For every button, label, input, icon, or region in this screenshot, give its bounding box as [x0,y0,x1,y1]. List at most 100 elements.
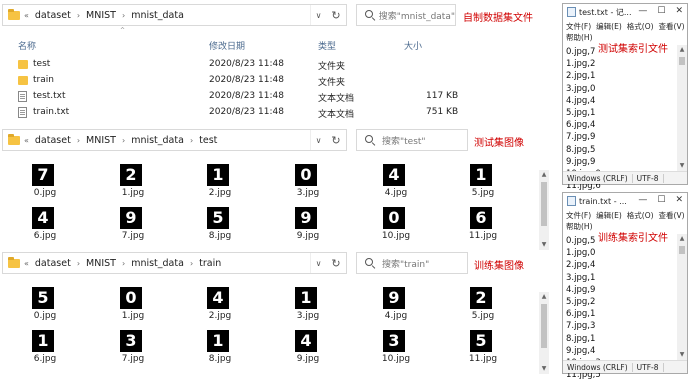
maximize-icon[interactable]: ☐ [657,6,665,16]
maximize-icon[interactable]: ☐ [657,195,665,205]
menu-format[interactable]: 格式(O) [627,21,654,32]
scroll-thumb[interactable] [679,57,685,65]
breadcrumb-mnist-data[interactable]: mnist_data [131,258,184,269]
minimize-icon[interactable]: — [638,6,647,16]
scroll-up-icon[interactable]: ▲ [539,170,549,180]
column-name[interactable]: 名称 [18,39,36,52]
scroll-up-icon[interactable]: ▲ [677,45,687,55]
breadcrumb-train[interactable]: train [199,258,221,269]
column-date[interactable]: 修改日期 [209,39,245,52]
image-thumbnail[interactable]: 6 11.jpg [458,207,508,247]
breadcrumb-dataset[interactable]: dataset [35,10,71,21]
menu-view[interactable]: 查看(V) [659,21,685,32]
file-row-train-txt[interactable]: train.txt 2020/8/23 11:48 文本文档 751 KB [18,106,458,121]
file-row-test-txt[interactable]: test.txt 2020/8/23 11:48 文本文档 117 KB [18,90,458,105]
scroll-down-icon[interactable]: ▼ [539,364,549,374]
text-line: 2.jpg,1 [566,71,596,82]
breadcrumb-dataset[interactable]: dataset [35,258,71,269]
search-input-test[interactable]: 搜索"test" [356,129,468,151]
menu-help[interactable]: 帮助(H) [566,32,593,43]
dropdown-icon[interactable]: ∨ [310,130,326,150]
breadcrumb-mnist-data[interactable]: mnist_data [131,10,184,21]
address-bar-mnist-data[interactable]: « dataset › MNIST › mnist_data ∨ ↻ [2,4,347,26]
breadcrumb-mnist[interactable]: MNIST [86,258,116,269]
image-thumbnail[interactable]: 0 1.jpg [108,287,158,327]
minimize-icon[interactable]: — [638,195,647,205]
image-thumbnail[interactable]: 2 5.jpg [458,287,508,327]
back-chevron-icon[interactable]: « [24,259,29,268]
image-thumbnail[interactable]: 4 2.jpg [195,287,245,327]
text-line: 5.jpg,1 [566,108,596,119]
image-thumbnail[interactable]: 9 4.jpg [371,287,421,327]
image-thumbnail[interactable]: 4 9.jpg [283,330,333,370]
thumbnail-label: 0.jpg [33,188,57,198]
image-thumbnail[interactable]: 3 10.jpg [371,330,421,370]
dropdown-icon[interactable]: ∨ [310,253,326,273]
image-thumbnail[interactable]: 0 3.jpg [283,164,333,204]
menu-edit[interactable]: 编辑(E) [596,210,622,221]
image-thumbnail[interactable]: 5 8.jpg [195,207,245,247]
file-row-train[interactable]: train 2020/8/23 11:48 文件夹 [18,74,458,89]
image-thumbnail[interactable]: 5 0.jpg [20,287,70,327]
scroll-down-icon[interactable]: ▼ [677,350,687,360]
title-bar[interactable]: train.txt - ... — ☐ ✕ [563,193,687,209]
breadcrumb-mnist[interactable]: MNIST [86,10,116,21]
search-input-train[interactable]: 搜索"train" [356,252,468,274]
title-bar[interactable]: test.txt - 记... — ☐ ✕ [563,4,687,20]
image-thumbnail[interactable]: 5 11.jpg [458,330,508,370]
image-thumbnail[interactable]: 7 0.jpg [20,164,70,204]
breadcrumb-mnist[interactable]: MNIST [86,135,116,146]
breadcrumb-dataset[interactable]: dataset [35,135,71,146]
scrollbar[interactable]: ▲ ▼ [677,45,687,171]
image-thumbnail[interactable]: 1 3.jpg [283,287,333,327]
column-type[interactable]: 类型 [318,39,336,52]
menu-file[interactable]: 文件(F) [566,21,591,32]
refresh-icon[interactable]: ↻ [326,253,346,273]
scroll-thumb[interactable] [541,304,547,348]
search-icon [365,257,376,269]
address-bar-test[interactable]: « dataset › MNIST › mnist_data › test ∨ … [2,129,347,151]
menu-format[interactable]: 格式(O) [627,210,654,221]
close-icon[interactable]: ✕ [675,195,683,205]
back-chevron-icon[interactable]: « [24,11,29,20]
menu-view[interactable]: 查看(V) [659,210,685,221]
image-thumbnail[interactable]: 9 7.jpg [108,207,158,247]
image-thumbnail[interactable]: 1 8.jpg [195,330,245,370]
scrollbar-test[interactable]: ▲ ▼ [539,170,549,250]
image-thumbnail[interactable]: 3 7.jpg [108,330,158,370]
refresh-icon[interactable]: ↻ [326,5,346,25]
close-icon[interactable]: ✕ [675,6,683,16]
sort-caret-icon: ^ [120,27,126,34]
menu-file[interactable]: 文件(F) [566,210,591,221]
back-chevron-icon[interactable]: « [24,136,29,145]
text-file-icon [18,107,27,118]
address-bar-train[interactable]: « dataset › MNIST › mnist_data › train ∨… [2,252,347,274]
image-thumbnail[interactable]: 2 1.jpg [108,164,158,204]
search-input-mnist-data[interactable]: 搜索"mnist_data" [356,4,456,26]
scroll-thumb[interactable] [541,182,547,226]
scrollbar-train[interactable]: ▲ ▼ [539,292,549,374]
menu-edit[interactable]: 编辑(E) [596,21,622,32]
column-size[interactable]: 大小 [404,39,422,52]
file-row-test[interactable]: test 2020/8/23 11:48 文件夹 [18,58,458,73]
image-thumbnail[interactable]: 9 9.jpg [283,207,333,247]
image-thumbnail[interactable]: 0 10.jpg [371,207,421,247]
breadcrumb-mnist-data[interactable]: mnist_data [131,135,184,146]
image-thumbnail[interactable]: 1 5.jpg [458,164,508,204]
scroll-up-icon[interactable]: ▲ [539,292,549,302]
scroll-down-icon[interactable]: ▼ [539,240,549,250]
image-thumbnail[interactable]: 1 6.jpg [20,330,70,370]
breadcrumb-test[interactable]: test [199,135,217,146]
scrollbar[interactable]: ▲ ▼ [677,234,687,360]
text-file-icon [18,91,27,102]
scroll-up-icon[interactable]: ▲ [677,234,687,244]
refresh-icon[interactable]: ↻ [326,130,346,150]
image-thumbnail[interactable]: 1 2.jpg [195,164,245,204]
dropdown-icon[interactable]: ∨ [310,5,326,25]
menu-help[interactable]: 帮助(H) [566,221,593,232]
scroll-down-icon[interactable]: ▼ [677,161,687,171]
scroll-thumb[interactable] [679,246,685,254]
breadcrumb: « dataset › MNIST › mnist_data [24,10,184,21]
image-thumbnail[interactable]: 4 6.jpg [20,207,70,247]
image-thumbnail[interactable]: 4 4.jpg [371,164,421,204]
